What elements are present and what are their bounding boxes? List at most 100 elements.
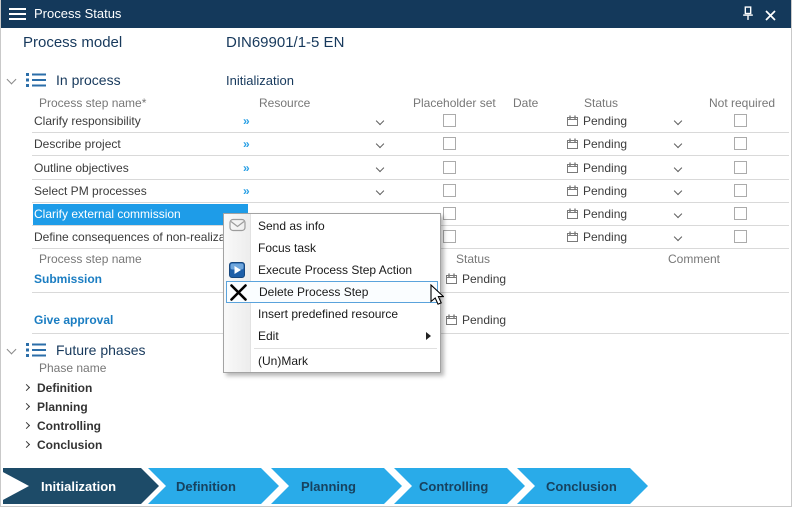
- status-dropdown-icon[interactable]: [674, 117, 682, 125]
- status-dropdown-icon[interactable]: [674, 233, 682, 241]
- section-in-process[interactable]: In process: [56, 72, 121, 88]
- status-dropdown-icon[interactable]: [674, 210, 682, 218]
- col-approval-step-name: Process step name: [39, 252, 142, 266]
- not-required-checkbox[interactable]: [734, 114, 747, 127]
- list-icon: [26, 342, 47, 363]
- placeholder-checkbox[interactable]: [443, 137, 456, 150]
- status-value: Pending: [462, 266, 506, 292]
- calendar-icon: [567, 208, 579, 223]
- hamburger-menu-icon[interactable]: [9, 8, 26, 20]
- resource-link[interactable]: »: [243, 157, 250, 179]
- resource-dropdown-icon[interactable]: [376, 164, 384, 172]
- phase-tree-row[interactable]: Conclusion: [1, 436, 791, 455]
- status-value: Pending: [583, 180, 627, 202]
- step-name: Define consequences of non-realization: [34, 226, 245, 248]
- not-required-checkbox[interactable]: [734, 137, 747, 150]
- process-model-value: DIN69901/1-5 EN: [226, 34, 344, 51]
- status-value: Pending: [583, 133, 627, 155]
- menu-item-unmark[interactable]: (Un)Mark: [224, 350, 440, 372]
- menu-item-focus-task[interactable]: Focus task: [224, 237, 440, 259]
- process-status-window: Process Status Process model DIN69901/1-…: [0, 0, 792, 507]
- mouse-cursor: [430, 284, 444, 310]
- context-menu: Send as info Focus task Execute Process …: [223, 213, 441, 373]
- status-dropdown-icon[interactable]: [674, 140, 682, 148]
- resource-dropdown-icon[interactable]: [376, 117, 384, 125]
- resource-link[interactable]: »: [243, 110, 250, 132]
- in-process-phase-label: Initialization: [226, 73, 294, 88]
- status-value: Pending: [583, 203, 627, 225]
- step-name: Select PM processes: [34, 180, 147, 202]
- placeholder-checkbox[interactable]: [443, 207, 456, 220]
- table-row[interactable]: Outline objectives » Pending: [32, 157, 789, 180]
- menu-item-send-as-info[interactable]: Send as info: [224, 215, 440, 237]
- not-required-checkbox[interactable]: [734, 184, 747, 197]
- table-row[interactable]: Clarify responsibility » Pending: [32, 110, 789, 133]
- window-title: Process Status: [34, 6, 121, 21]
- phase-label-initialization: Initialization: [41, 479, 116, 494]
- status-value: Pending: [462, 307, 506, 333]
- resource-link[interactable]: »: [243, 133, 250, 155]
- delete-x-icon: [230, 284, 247, 304]
- not-required-checkbox[interactable]: [734, 161, 747, 174]
- status-dropdown-icon[interactable]: [674, 164, 682, 172]
- menu-item-delete-process-step[interactable]: Delete Process Step: [226, 281, 438, 303]
- calendar-icon: [446, 314, 458, 329]
- step-name: Describe project: [34, 133, 121, 155]
- resource-link[interactable]: »: [243, 180, 250, 202]
- not-required-checkbox[interactable]: [734, 207, 747, 220]
- col-date: Date: [513, 96, 538, 110]
- col-approval-status: Status: [456, 252, 490, 266]
- resource-dropdown-icon[interactable]: [376, 187, 384, 195]
- placeholder-checkbox[interactable]: [443, 230, 456, 243]
- menu-item-edit[interactable]: Edit: [224, 325, 440, 347]
- calendar-icon: [567, 138, 579, 153]
- calendar-icon: [446, 273, 458, 288]
- status-dropdown-icon[interactable]: [674, 187, 682, 195]
- col-not-required: Not required: [709, 96, 775, 110]
- phase-name: Planning: [37, 398, 88, 416]
- collapse-chevron-icon[interactable]: [7, 345, 17, 355]
- table-row[interactable]: Select PM processes » Pending: [32, 180, 789, 203]
- calendar-icon: [567, 185, 579, 200]
- table-row[interactable]: Describe project » Pending: [32, 133, 789, 156]
- step-name: Outline objectives: [34, 157, 129, 179]
- titlebar: Process Status: [1, 0, 791, 28]
- expand-chevron-icon[interactable]: [23, 384, 30, 391]
- phase-name: Controlling: [37, 417, 101, 435]
- process-model-label: Process model: [23, 34, 122, 51]
- placeholder-checkbox[interactable]: [443, 161, 456, 174]
- phase-label-planning: Planning: [301, 479, 356, 494]
- col-approval-comment: Comment: [668, 252, 720, 266]
- placeholder-checkbox[interactable]: [443, 114, 456, 127]
- status-value: Pending: [583, 226, 627, 248]
- calendar-icon: [567, 162, 579, 177]
- col-phase-name: Phase name: [39, 361, 106, 375]
- collapse-chevron-icon[interactable]: [7, 75, 17, 85]
- expand-chevron-icon[interactable]: [23, 422, 30, 429]
- submenu-arrow-icon: [426, 332, 431, 340]
- phase-label-controlling: Controlling: [419, 479, 488, 494]
- approval-step-link[interactable]: Give approval: [34, 307, 113, 333]
- calendar-icon: [567, 231, 579, 246]
- expand-chevron-icon[interactable]: [23, 441, 30, 448]
- envelope-icon: [229, 218, 246, 235]
- list-icon: [26, 72, 47, 93]
- play-action-icon: [229, 262, 245, 281]
- phase-tree-row[interactable]: Definition: [1, 379, 791, 398]
- close-icon[interactable]: [765, 8, 781, 24]
- section-future-phases[interactable]: Future phases: [56, 342, 146, 358]
- placeholder-checkbox[interactable]: [443, 184, 456, 197]
- menu-item-insert-predefined-resource[interactable]: Insert predefined resource: [224, 303, 440, 325]
- menu-item-execute-action[interactable]: Execute Process Step Action: [224, 259, 440, 281]
- resource-dropdown-icon[interactable]: [376, 140, 384, 148]
- phase-name: Definition: [37, 379, 92, 397]
- phase-tree-row[interactable]: Planning: [1, 398, 791, 417]
- pin-icon[interactable]: [741, 6, 757, 22]
- phase-tree-row[interactable]: Controlling: [1, 417, 791, 436]
- col-resource: Resource: [259, 96, 310, 110]
- col-status: Status: [584, 96, 618, 110]
- expand-chevron-icon[interactable]: [23, 403, 30, 410]
- phase-label-definition: Definition: [176, 479, 236, 494]
- approval-step-link[interactable]: Submission: [34, 266, 102, 292]
- not-required-checkbox[interactable]: [734, 230, 747, 243]
